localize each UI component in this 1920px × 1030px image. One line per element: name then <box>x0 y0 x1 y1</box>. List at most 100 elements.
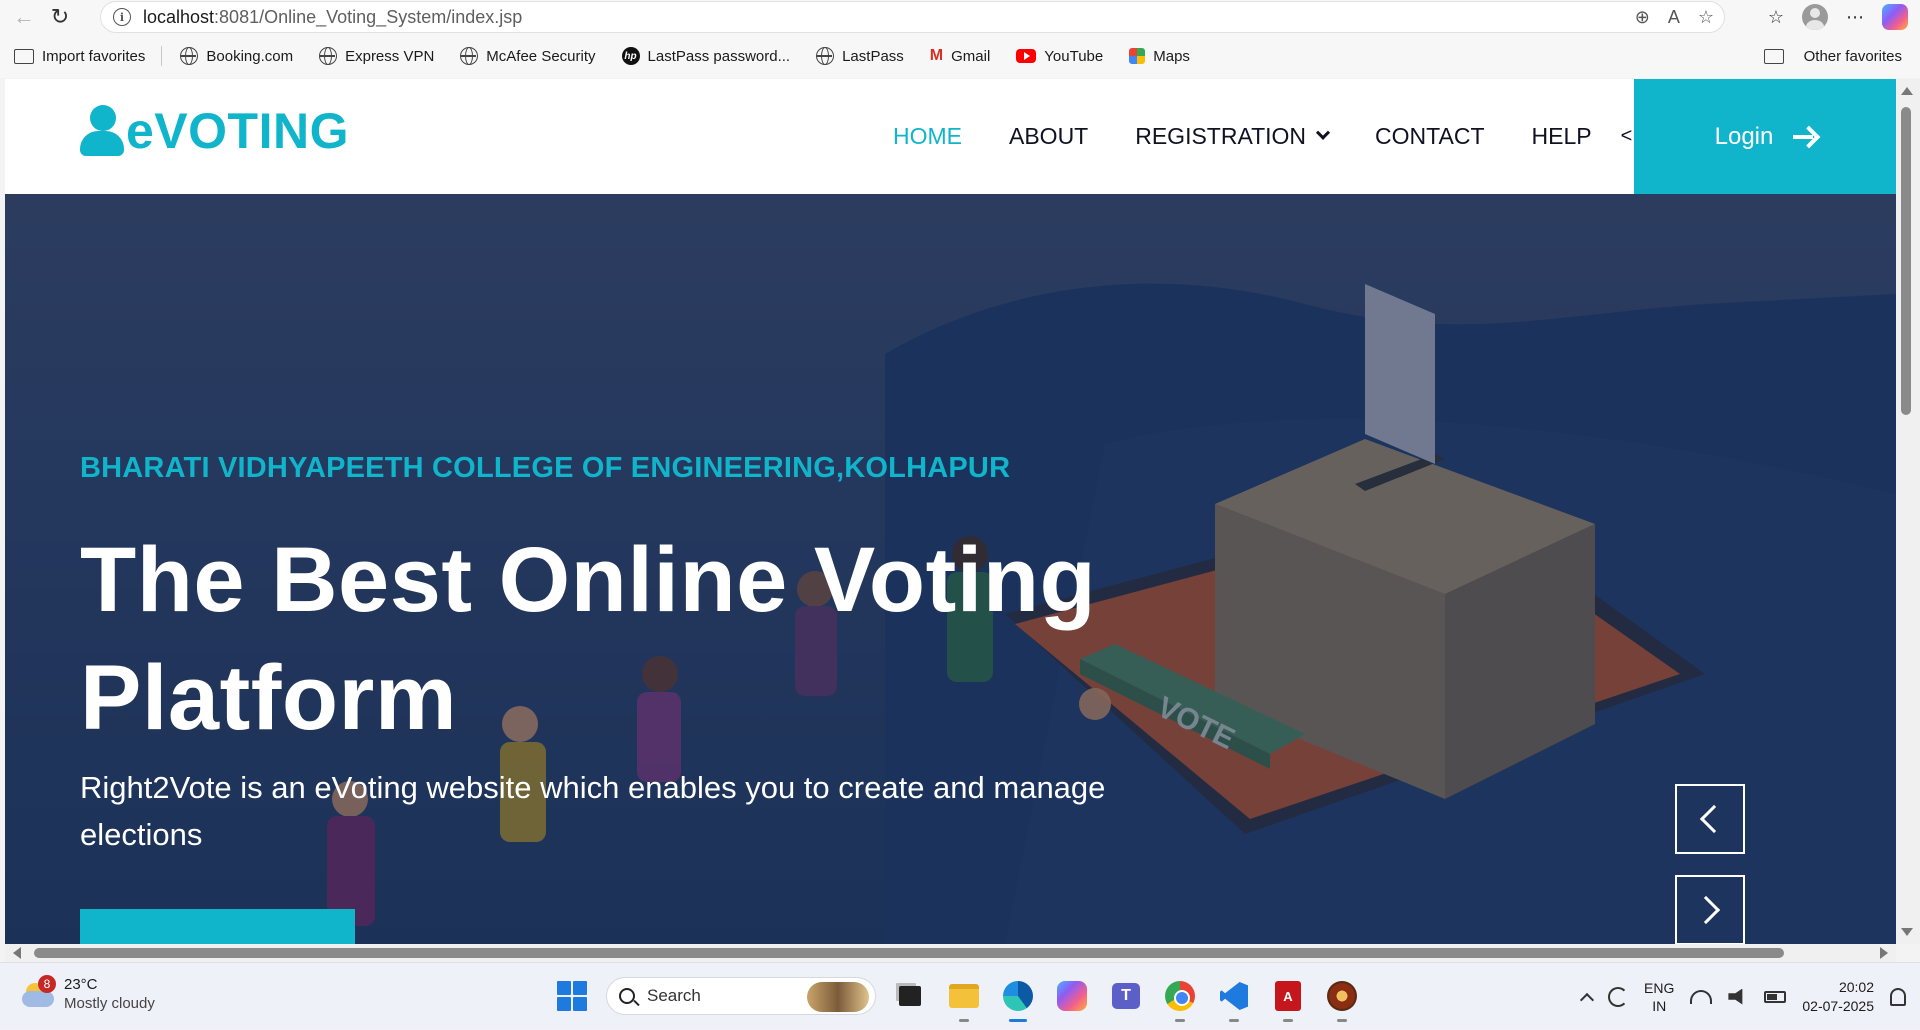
show-hidden-icons[interactable] <box>1579 992 1595 1007</box>
search-placeholder: Search <box>647 986 701 1005</box>
profile-avatar[interactable] <box>1802 4 1828 30</box>
copilot-icon[interactable] <box>1882 4 1908 30</box>
vscode-icon <box>1220 982 1248 1010</box>
site-info-icon[interactable]: i <box>113 8 131 26</box>
address-bar[interactable]: i localhost:8081/Online_Voting_System/in… <box>100 1 1725 33</box>
site-logo[interactable]: eVOTING <box>80 105 349 157</box>
battery-icon[interactable] <box>1764 990 1787 1003</box>
search-highlight-image <box>807 982 869 1012</box>
teams-button[interactable]: T <box>1106 976 1146 1016</box>
favorite-expressvpn[interactable]: Express VPN <box>319 47 434 65</box>
file-explorer-button[interactable] <box>944 976 984 1022</box>
taskbar-search[interactable]: Search <box>606 977 876 1015</box>
copilot-app-button[interactable] <box>1052 976 1092 1016</box>
notification-bell-icon[interactable] <box>1890 987 1906 1006</box>
nav-registration[interactable]: REGISTRATION <box>1135 123 1331 150</box>
lang-region: IN <box>1652 997 1667 1014</box>
weather-condition: Mostly cloudy <box>64 995 155 1012</box>
edge-button[interactable] <box>998 976 1038 1022</box>
favorite-maps[interactable]: Maps <box>1129 48 1190 65</box>
chrome-button[interactable] <box>1160 976 1200 1022</box>
scroll-right-icon[interactable] <box>1880 947 1888 959</box>
nav-contact[interactable]: CONTACT <box>1375 123 1484 150</box>
taskview-button[interactable] <box>890 976 930 1016</box>
windows-taskbar: 8 23°C Mostly cloudy Search T A ENG IN 2… <box>0 962 1920 1029</box>
start-button[interactable] <box>552 976 592 1016</box>
site-header: eVOTING HOME ABOUT REGISTRATION CONTACT … <box>5 79 1896 194</box>
gmail-icon: M <box>929 47 944 64</box>
emblem-icon <box>1327 981 1357 1011</box>
hero-carousel: VOTE BHARATI VIDHYAPEETH COLLEGE OF ENGI… <box>5 194 1896 944</box>
hero-description: Right2Vote is an eVoting website which e… <box>80 770 1106 852</box>
back-arrow-icon[interactable]: ← <box>6 0 42 34</box>
address-url[interactable]: localhost:8081/Online_Voting_System/inde… <box>143 7 522 28</box>
favorite-youtube[interactable]: YouTube <box>1016 48 1103 65</box>
teams-icon: T <box>1112 983 1140 1009</box>
user-icon <box>80 105 126 157</box>
scroll-left-icon[interactable] <box>13 947 21 959</box>
refresh-icon[interactable]: ↻ <box>42 0 78 34</box>
read-aloud-icon[interactable]: A <box>1668 7 1680 28</box>
emblem-app-button[interactable] <box>1322 976 1362 1022</box>
carousel-next-button[interactable] <box>1675 875 1745 944</box>
favorites-bar: Import favorites Booking.com Express VPN… <box>0 34 1920 78</box>
carousel-prev-button[interactable] <box>1675 784 1745 854</box>
other-favorites[interactable]: Other favorites <box>1750 34 1902 78</box>
favorite-gmail[interactable]: M Gmail <box>930 47 991 65</box>
brand-name: eVOTING <box>126 103 349 159</box>
acrobat-button[interactable]: A <box>1268 976 1308 1022</box>
edge-icon <box>1003 981 1033 1011</box>
weather-cloudy-icon: 8 <box>22 975 56 1009</box>
weather-temp: 23°C <box>64 976 98 993</box>
favorite-label: LastPass <box>842 47 904 65</box>
speaker-icon[interactable] <box>1728 988 1743 1005</box>
favorite-label: Express VPN <box>345 47 435 65</box>
more-menu-icon[interactable]: ⋯ <box>1846 7 1864 28</box>
horizontal-scrollbar[interactable] <box>5 944 1896 962</box>
youtube-icon <box>1016 49 1037 63</box>
favorite-lastpass-password[interactable]: hp LastPass password... <box>621 47 790 65</box>
chevron-down-icon <box>1315 125 1331 140</box>
nav-help[interactable]: HELP <box>1532 123 1592 150</box>
nav-about[interactable]: ABOUT <box>1009 123 1088 150</box>
nav-registration-label: REGISTRATION <box>1135 123 1307 149</box>
hero-cta-button[interactable] <box>80 909 355 944</box>
favorite-mcafee[interactable]: McAfee Security <box>460 47 596 65</box>
sync-icon[interactable] <box>1608 986 1629 1007</box>
main-menu: HOME ABOUT REGISTRATION CONTACT HELP < <box>893 79 1632 194</box>
clock[interactable]: 20:02 02-07-2025 <box>1802 978 1874 1016</box>
login-button[interactable]: Login <box>1634 79 1896 194</box>
vscode-button[interactable] <box>1214 976 1254 1022</box>
favorite-star-icon[interactable]: ☆ <box>1698 7 1714 28</box>
favorites-list-icon[interactable]: ☆ <box>1768 7 1784 28</box>
favorite-label: YouTube <box>1044 47 1104 65</box>
hscroll-thumb[interactable] <box>34 948 1784 958</box>
url-path: :8081/Online_Voting_System/index.jsp <box>214 6 523 27</box>
zoom-icon[interactable]: ⊕ <box>1635 7 1650 28</box>
copilot-app-icon <box>1057 981 1087 1011</box>
favorite-lastpass[interactable]: LastPass <box>816 47 904 65</box>
vertical-scrollbar[interactable] <box>1896 79 1920 944</box>
taskview-icon <box>899 986 921 1006</box>
language-indicator[interactable]: ENG IN <box>1644 979 1674 1015</box>
chevron-left-icon <box>1699 804 1729 834</box>
scroll-thumb[interactable] <box>1901 107 1911 415</box>
favorite-label: Gmail <box>951 47 991 65</box>
clock-time: 20:02 <box>1838 978 1874 995</box>
favorites-divider <box>161 46 163 66</box>
page-viewport: eVOTING HOME ABOUT REGISTRATION CONTACT … <box>5 79 1896 944</box>
scroll-down-icon[interactable] <box>1901 928 1913 936</box>
import-favorites-icon <box>14 48 34 64</box>
scroll-up-icon[interactable] <box>1901 87 1913 95</box>
clock-date: 02-07-2025 <box>1802 997 1874 1014</box>
maps-icon <box>1129 48 1146 64</box>
favorite-import[interactable]: Import favorites <box>14 48 145 65</box>
favorite-label: Import favorites <box>42 47 146 65</box>
weather-widget[interactable]: 8 23°C Mostly cloudy <box>22 975 155 1013</box>
arrow-right-icon <box>1793 128 1815 146</box>
nav-home[interactable]: HOME <box>893 123 962 150</box>
favorite-booking[interactable]: Booking.com <box>180 47 293 65</box>
wifi-icon[interactable] <box>1690 989 1713 1004</box>
nav-overflow[interactable]: < <box>1621 125 1633 148</box>
globe-icon <box>460 47 479 65</box>
